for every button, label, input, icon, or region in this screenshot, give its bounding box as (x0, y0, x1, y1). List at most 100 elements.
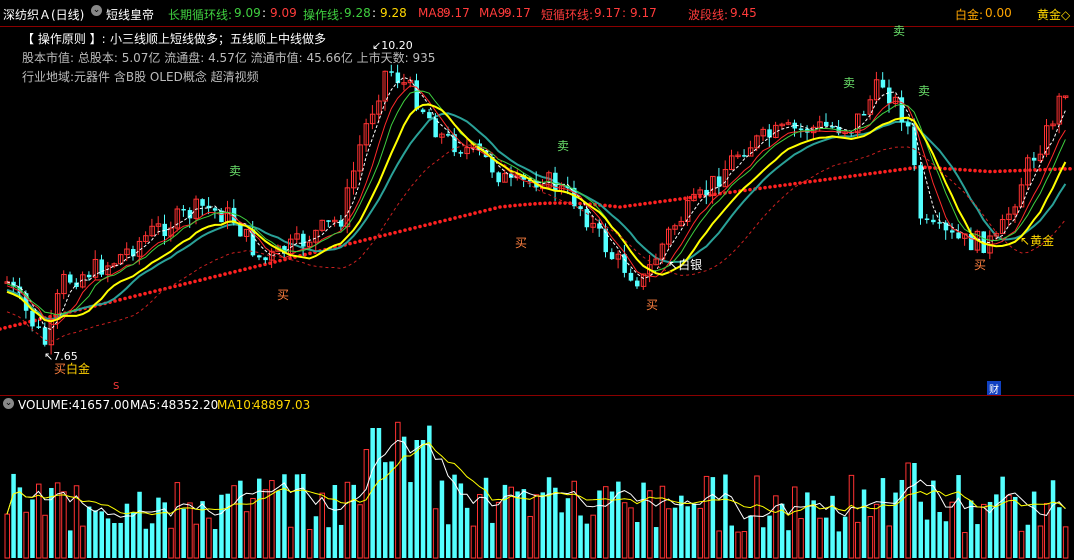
wave-dot (778, 183, 782, 188)
volume-bar (741, 531, 748, 559)
volume-value: 41657.00 (72, 398, 130, 412)
volume-bar (137, 491, 142, 558)
wave-dot (393, 230, 397, 235)
event-marker-s[interactable]: S (113, 381, 119, 392)
wave-dot (963, 168, 967, 172)
sell-signal: 卖 (229, 164, 242, 178)
wave-dot (578, 201, 582, 206)
volume-bar (710, 477, 716, 558)
buy-platinum-mark: 买白金 (54, 362, 91, 376)
volume-bar (351, 484, 356, 558)
wave-dot (418, 224, 422, 229)
candle-body (609, 252, 615, 260)
wave-dot (213, 274, 217, 279)
volume-bar (893, 492, 898, 558)
wave-dot (1023, 168, 1027, 173)
volume-bar (112, 523, 117, 558)
volume-bar (603, 486, 609, 559)
volume-bar (383, 462, 388, 558)
candle-body (99, 259, 104, 275)
volume-chart[interactable] (0, 413, 1074, 559)
candle-body (931, 219, 936, 223)
wave-dot (958, 167, 962, 172)
candle-body (446, 134, 451, 136)
wave-dot (1003, 169, 1007, 173)
wave-dot (438, 219, 442, 224)
volume-bar (363, 449, 370, 559)
candle-body (905, 122, 911, 127)
candle-body (597, 223, 602, 229)
wave-dot (983, 169, 987, 174)
wave-dot (423, 223, 427, 228)
volume-bar (395, 421, 401, 559)
volume-bar (792, 486, 798, 559)
volume-bar (836, 531, 842, 558)
candle-body (628, 272, 634, 281)
financial-report-marker[interactable]: 财 (987, 381, 1001, 396)
volume-bar (1037, 525, 1044, 559)
volume-bar (975, 524, 980, 558)
wave-dot (273, 260, 277, 264)
wave-dot (838, 175, 842, 180)
silver-mark: ↖白银 (668, 258, 703, 272)
volume-bar (1025, 524, 1031, 558)
volume-bar (30, 499, 35, 558)
stock-name[interactable]: 深纺织Ａ(日线) (3, 6, 84, 23)
volume-bar (666, 508, 672, 559)
volume-bar (401, 436, 407, 558)
volume-bar (565, 498, 571, 558)
wave-dot (363, 238, 367, 242)
volume-bar (1057, 507, 1062, 558)
long-cycle-value: 9.09 (234, 6, 261, 20)
wave-dot (803, 180, 807, 185)
indicator-name[interactable]: 短线皇帝 (106, 6, 154, 23)
volume-bars (4, 421, 1069, 559)
volume-bar (691, 503, 697, 558)
candle-body (338, 220, 344, 227)
wave-dot (233, 269, 237, 274)
volume-bar (880, 478, 886, 558)
wave-dot (553, 201, 557, 205)
chevron-down-icon[interactable]: ⌄ (91, 5, 102, 16)
wave-dot (493, 206, 497, 211)
volume-bar (729, 525, 734, 558)
wave-dot (1013, 168, 1017, 173)
wave-dot (203, 277, 207, 281)
volume-bar (1013, 496, 1018, 558)
volume-bar (282, 474, 287, 558)
moving-average-lines (6, 76, 1067, 342)
short-cycle-value2: 9.17 (630, 6, 657, 20)
high-price-mark: ↙10.20 (372, 39, 413, 52)
wave-dot (388, 232, 392, 236)
wave-dot (223, 272, 227, 276)
wave-dot (468, 212, 472, 217)
volume-bar (723, 474, 728, 558)
candle-body (553, 172, 558, 192)
volume-bar (578, 515, 583, 558)
wave-dot (673, 197, 677, 202)
volume-bar (490, 522, 495, 558)
wave-dot (483, 208, 487, 213)
volume-bar (817, 517, 823, 559)
volume-bar (798, 518, 804, 559)
ma10-label: MA10: (217, 398, 255, 412)
volume-bar (508, 486, 514, 559)
volume-bar (659, 485, 666, 559)
candlestick-chart[interactable] (0, 27, 1074, 395)
chevron-down-icon[interactable]: ⌄ (3, 398, 14, 409)
wave-dot (618, 205, 622, 209)
volume-bar (824, 517, 829, 558)
wave-dot (428, 222, 432, 226)
volume-bar (93, 510, 98, 558)
chart-header: 深纺织Ａ(日线) ⌄ 短线皇帝 长期循环线: 9.09 : 9.09 操作线: … (0, 0, 1074, 26)
volume-bar (206, 517, 212, 559)
wave-dot (903, 167, 907, 171)
volume-bar (68, 530, 73, 558)
wave-dot (173, 284, 177, 289)
high-price: 10.20 (381, 39, 413, 52)
wave-dot (1068, 166, 1072, 171)
candle-body (257, 255, 262, 258)
wave-dot (533, 202, 537, 206)
wave-dot (158, 288, 162, 292)
wave-dot (828, 177, 832, 181)
